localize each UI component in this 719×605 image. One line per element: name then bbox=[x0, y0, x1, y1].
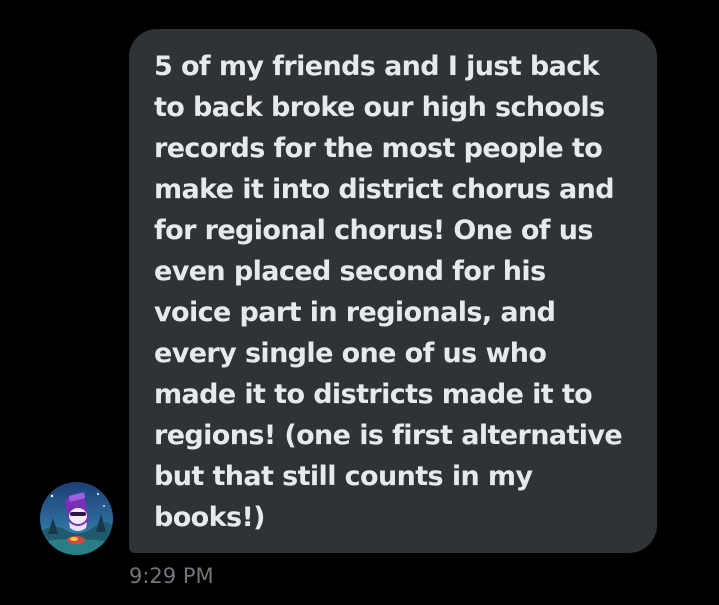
cartoon-character-avatar-icon bbox=[40, 482, 113, 555]
message-line: made it to districts made it to bbox=[154, 379, 593, 410]
message-line: for regional chorus! One of us bbox=[154, 215, 593, 246]
message-line: records for the most people to bbox=[154, 133, 603, 164]
message-line: 5 of my friends and I just back bbox=[154, 51, 600, 82]
message-line: to back broke our high schools bbox=[154, 92, 605, 123]
message-line: make it into district chorus and bbox=[154, 174, 615, 205]
message-line: every single one of us who bbox=[154, 338, 547, 369]
message-text: 5 of my friends and I just back to back … bbox=[154, 46, 654, 538]
message-line: but that still counts in my bbox=[154, 461, 533, 492]
message-line: voice part in regionals, and bbox=[154, 297, 556, 328]
message-line: regions! (one is first alternative bbox=[154, 420, 623, 451]
dm-thread: 5 of my friends and I just back to back … bbox=[0, 0, 719, 605]
message-timestamp: 9:29 PM bbox=[129, 564, 214, 588]
message-line: books!) bbox=[154, 502, 266, 533]
sender-avatar[interactable] bbox=[40, 482, 113, 555]
message-line: even placed second for his bbox=[154, 256, 546, 287]
message-bubble[interactable]: 5 of my friends and I just back to back … bbox=[129, 29, 657, 553]
